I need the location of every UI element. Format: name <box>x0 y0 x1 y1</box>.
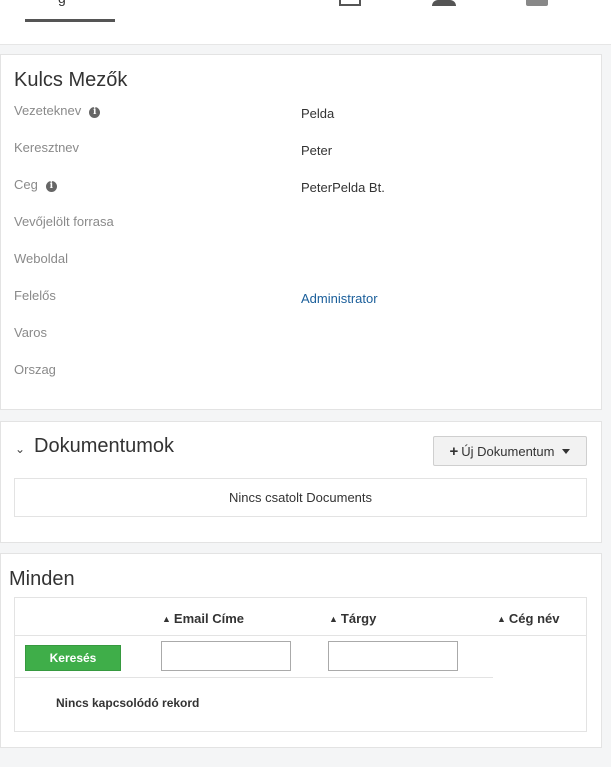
document-icon[interactable] <box>526 0 548 6</box>
key-fields-title: Kulcs Mezők <box>14 69 128 91</box>
field-value-keresztnev[interactable]: Peter <box>301 143 332 158</box>
subject-filter-input[interactable] <box>328 641 458 671</box>
field-label-orszag: Orszag <box>14 362 56 377</box>
field-label-varos: Varos <box>14 325 47 340</box>
caret-down-icon <box>562 448 571 454</box>
calendar-icon[interactable] <box>339 0 361 6</box>
all-panel: Minden ▲︎ Email Címe ▲︎ Tárgy ▲︎ Cég név Ke… <box>0 553 602 748</box>
column-header-subject[interactable]: ▲︎ Tárgy <box>329 611 376 626</box>
info-icon[interactable]: i <box>89 107 101 118</box>
no-records-text: Nincs kapcsolódó rekord <box>56 696 200 710</box>
field-label-ceg: Ceg i <box>14 177 57 192</box>
info-icon[interactable]: i <box>45 181 57 192</box>
all-title: Minden <box>9 568 75 590</box>
sort-icon: ▲︎ <box>497 614 506 624</box>
user-icon[interactable] <box>432 0 456 6</box>
column-header-email[interactable]: ▲︎ Email Címe <box>162 611 244 626</box>
tab-active-label[interactable]: g <box>58 0 66 6</box>
sort-icon: ▲︎ <box>329 614 338 624</box>
field-value-vezeteknev[interactable]: Pelda <box>301 106 334 121</box>
field-value-ceg[interactable]: PeterPelda Bt. <box>301 180 385 195</box>
top-nav: g <box>0 0 611 45</box>
documents-empty-state: Nincs csatolt Documents <box>14 478 587 517</box>
field-label-vevojelolt-forrasa: Vevőjelölt forrasa <box>14 214 114 229</box>
field-label-keresztnev: Keresztnev <box>14 140 80 155</box>
field-value-felelos-link[interactable]: Administrator <box>301 291 378 306</box>
search-button[interactable]: Keresés <box>25 645 121 671</box>
key-fields-panel: Kulcs Mezők Vezeteknev i Pelda Keresztnev… <box>0 54 602 410</box>
documents-title[interactable]: Dokumentumok <box>34 435 174 458</box>
records-table: ▲︎ Email Címe ▲︎ Tárgy ▲︎ Cég név Keresés N… <box>14 597 587 732</box>
field-label-vezeteknev: Vezeteknev i <box>14 103 101 118</box>
active-tab-indicator <box>25 19 115 22</box>
field-label-felelos: Felelős <box>14 288 56 303</box>
email-filter-input[interactable] <box>161 641 291 671</box>
plus-icon: + <box>449 442 459 460</box>
field-label-weboldal: Weboldal <box>14 251 68 266</box>
table-header-divider <box>15 635 586 636</box>
new-document-button[interactable]: + Új Dokumentum <box>433 436 587 466</box>
column-header-company[interactable]: ▲︎ Cég név <box>497 611 560 626</box>
filter-row-divider <box>15 677 493 678</box>
sort-icon: ▲︎ <box>162 614 171 624</box>
chevron-down-icon[interactable]: ⌄ <box>15 442 25 456</box>
new-document-label: Új Dokumentum <box>461 443 555 459</box>
documents-panel: ⌄ Dokumentumok + Új Dokumentum Nincs csa… <box>0 421 602 543</box>
